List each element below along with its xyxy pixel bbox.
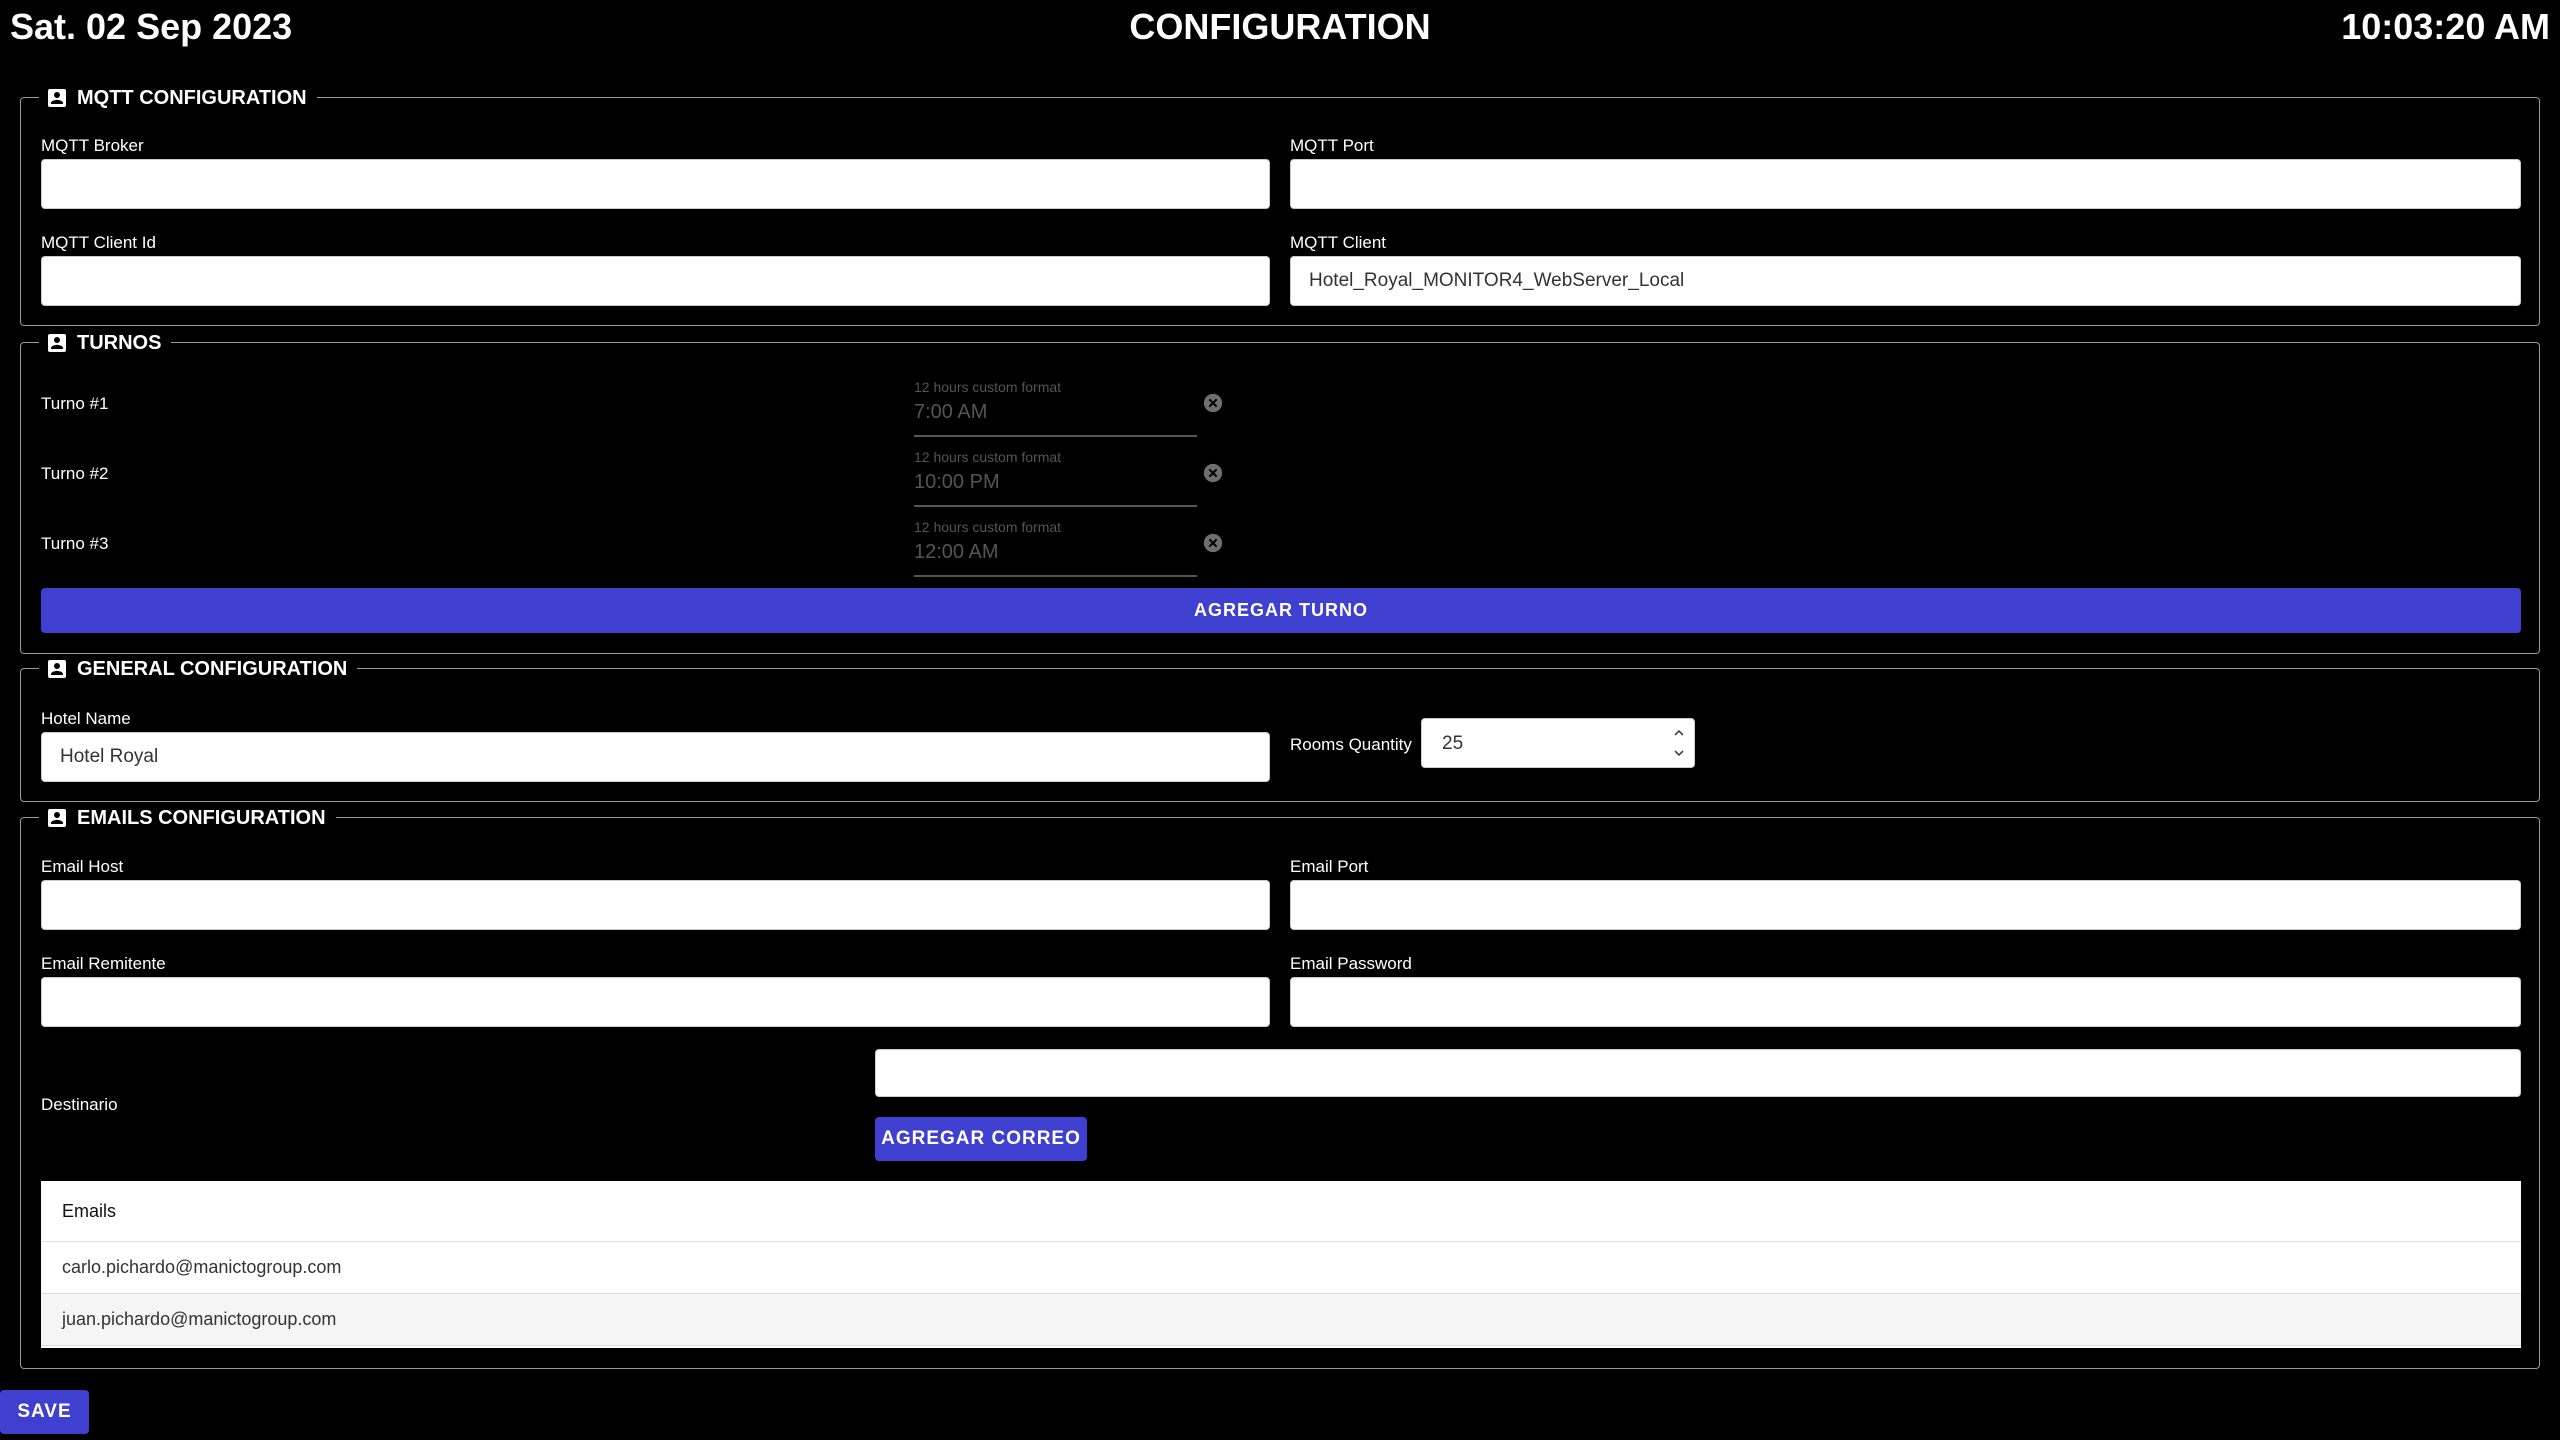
email-password-label: Email Password [1290, 954, 1412, 973]
add-turno-button[interactable]: AGREGAR TURNO [41, 588, 2521, 633]
turno-1-label: Turno #1 [41, 394, 109, 413]
emails-table: Emails carlo.pichardo@manictogroup.com j… [41, 1181, 2521, 1348]
clear-circle-icon[interactable] [1202, 462, 1224, 484]
mqtt-client-id-input[interactable] [41, 256, 1270, 306]
turno-1-time-field[interactable]: 12 hours custom format 7:00 AM [894, 379, 1223, 445]
email-port-input[interactable] [1290, 880, 2521, 930]
turno-2-underline [914, 505, 1197, 507]
turnos-section: TURNOS Turno #1 12 hours custom format 7… [20, 329, 2540, 654]
rooms-quantity-label: Rooms Quantity [1290, 735, 1412, 754]
mqtt-port-label: MQTT Port [1290, 136, 1374, 155]
account-box-icon [48, 334, 66, 352]
mqtt-client-id-label: MQTT Client Id [41, 233, 156, 252]
mqtt-port-input[interactable] [1290, 159, 2521, 209]
email-password-input[interactable] [1290, 977, 2521, 1027]
account-box-icon [48, 660, 66, 678]
email-host-input[interactable] [41, 880, 1270, 930]
save-button[interactable]: SAVE [0, 1390, 89, 1434]
email-remitente-input[interactable] [41, 977, 1270, 1027]
turno-1-underline [914, 435, 1197, 437]
mqtt-configuration-section: MQTT CONFIGURATION MQTT Broker MQTT Port… [20, 84, 2540, 326]
emails-configuration-section: EMAILS CONFIGURATION Email Host Email Po… [20, 804, 2540, 1369]
turno-3-time-field[interactable]: 12 hours custom format 12:00 AM [894, 519, 1223, 585]
turno-1-value: 7:00 AM [914, 401, 988, 423]
spinner-arrows-icon[interactable] [1672, 723, 1686, 763]
clear-circle-icon[interactable] [1202, 532, 1224, 554]
emails-section-title: EMAILS CONFIGURATION [77, 807, 326, 829]
turno-3-underline [914, 575, 1197, 577]
turno-3-value: 12:00 AM [914, 541, 999, 563]
current-date: Sat. 02 Sep 2023 [10, 6, 293, 47]
turno-3-hint: 12 hours custom format [914, 519, 1062, 535]
table-row[interactable]: carlo.pichardo@manictogroup.com [41, 1242, 2521, 1294]
general-section-legend: GENERAL CONFIGURATION [39, 655, 358, 683]
turno-2-time-field[interactable]: 12 hours custom format 10:00 PM [894, 449, 1223, 515]
emails-section-legend: EMAILS CONFIGURATION [39, 804, 336, 832]
mqtt-client-input[interactable] [1290, 256, 2521, 306]
turnos-section-title: TURNOS [77, 332, 162, 354]
email-port-label: Email Port [1290, 857, 1369, 876]
mqtt-section-title: MQTT CONFIGURATION [77, 87, 307, 109]
turno-2-hint: 12 hours custom format [914, 449, 1062, 465]
hotel-name-label: Hotel Name [41, 709, 131, 728]
destinario-input[interactable] [875, 1049, 2521, 1097]
email-host-label: Email Host [41, 857, 124, 876]
clear-circle-icon[interactable] [1202, 392, 1224, 414]
mqtt-broker-input[interactable] [41, 159, 1270, 209]
email-remitente-label: Email Remitente [41, 954, 166, 973]
turno-3-label: Turno #3 [41, 534, 109, 553]
rooms-quantity-value: 25 [1442, 733, 1464, 754]
top-bar: Sat. 02 Sep 2023 CONFIGURATION 10:03:20 … [0, 0, 2560, 52]
rooms-quantity-input[interactable]: 25 [1421, 718, 1695, 768]
general-configuration-section: GENERAL CONFIGURATION Hotel Name Rooms Q… [20, 655, 2540, 802]
turno-2-label: Turno #2 [41, 464, 109, 483]
account-box-icon [48, 89, 66, 107]
table-row[interactable]: juan.pichardo@manictogroup.com [41, 1294, 2521, 1346]
turno-1-hint: 12 hours custom format [914, 379, 1062, 395]
page-title: CONFIGURATION [1129, 6, 1431, 47]
add-correo-button[interactable]: AGREGAR CORREO [875, 1117, 1087, 1161]
current-time: 10:03:20 AM [2341, 6, 2550, 47]
mqtt-broker-label: MQTT Broker [41, 136, 144, 155]
hotel-name-input[interactable] [41, 732, 1270, 782]
emails-table-header: Emails [41, 1181, 2521, 1242]
general-section-title: GENERAL CONFIGURATION [77, 658, 348, 680]
turno-2-value: 10:00 PM [914, 471, 1000, 493]
mqtt-section-legend: MQTT CONFIGURATION [39, 84, 317, 112]
turnos-section-legend: TURNOS [39, 329, 172, 357]
account-box-icon [48, 809, 66, 827]
destinario-label: Destinario [41, 1095, 118, 1114]
mqtt-client-label: MQTT Client [1290, 233, 1387, 252]
